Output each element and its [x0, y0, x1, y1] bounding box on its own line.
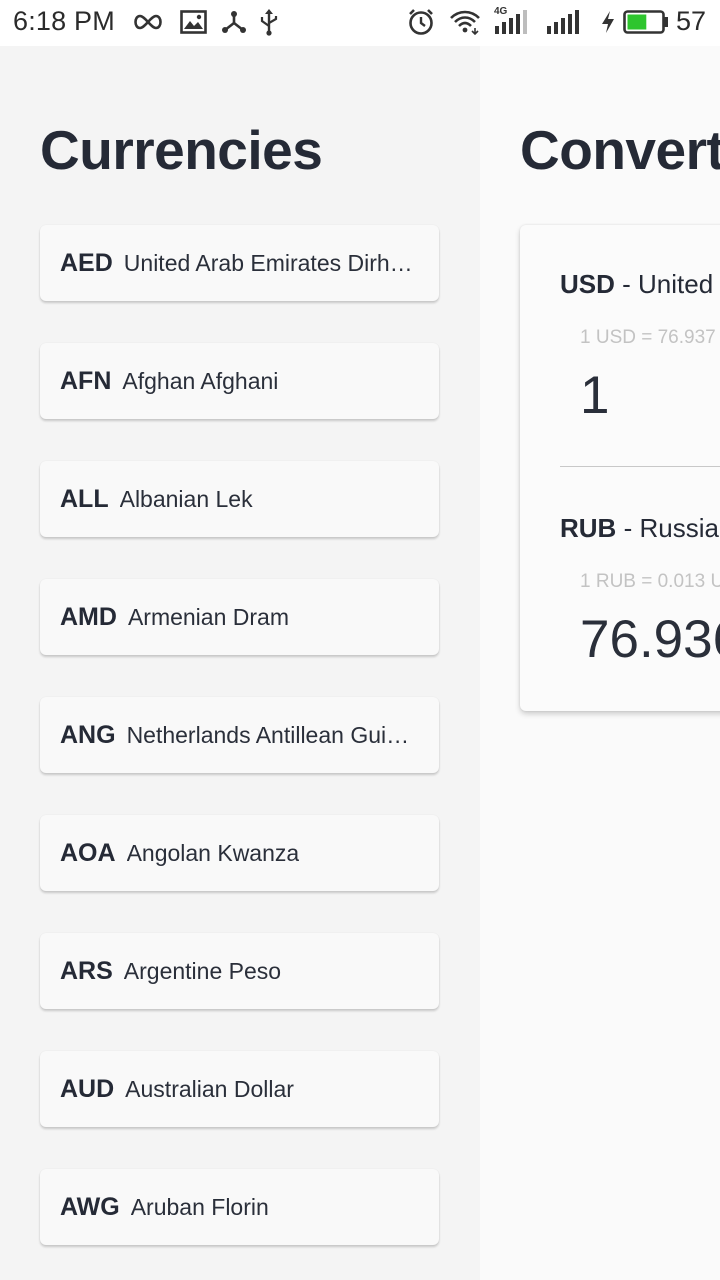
battery-icon [623, 8, 669, 36]
currency-code: AUD [60, 1074, 115, 1103]
image-icon [179, 8, 207, 36]
wifi-icon [449, 8, 481, 36]
to-currency-code: RUB [560, 513, 617, 543]
from-amount-input[interactable]: 1 [580, 365, 609, 426]
to-currency-header[interactable]: RUB - Russian [560, 513, 720, 544]
to-rate-text: 1 RUB = 0.013 U [580, 571, 720, 592]
from-currency-separator: - [614, 269, 639, 299]
currency-item-afn[interactable]: AFN Afghan Afghani [40, 343, 439, 419]
currency-name: Armenian Dram [127, 603, 289, 630]
currency-name: Netherlands Antillean Gui… [126, 721, 410, 748]
currency-code: ANG [60, 720, 116, 749]
currency-item-awg[interactable]: AWG Aruban Florin [40, 1169, 439, 1245]
currency-code: AFN [60, 366, 112, 395]
from-currency-code: USD [560, 269, 615, 299]
currency-item-all[interactable]: ALL Albanian Lek [40, 461, 439, 537]
currency-code: AOA [60, 838, 116, 867]
signal-icon [546, 8, 584, 36]
currency-name: Afghan Afghani [122, 367, 279, 394]
currency-code: AMD [60, 602, 117, 631]
battery-level-text: 57 [676, 6, 707, 36]
from-rate-text: 1 USD = 76.937 [580, 327, 716, 348]
currency-item-aud[interactable]: AUD Australian Dollar [40, 1051, 439, 1127]
currency-item-amd[interactable]: AMD Armenian Dram [40, 579, 439, 655]
currency-name: Australian Dollar [125, 1075, 294, 1102]
converter-card: USD - United 1 USD = 76.937 1 RUB - Russ… [520, 225, 720, 711]
status-bar: 6:18 PM 4G 57 [0, 0, 720, 46]
status-time: 6:18 PM [13, 6, 115, 36]
currency-name: United Arab Emirates Dirh… [123, 249, 413, 276]
converter-panel: Convert USD - United 1 USD = 76.937 1 RU… [480, 46, 720, 1280]
currency-code: AWG [60, 1192, 120, 1221]
to-currency-name: Russian [639, 513, 720, 543]
converter-divider [560, 466, 720, 467]
currencies-panel: Currencies AED United Arab Emirates Dirh… [0, 46, 480, 1280]
charging-icon [599, 8, 617, 36]
from-currency-header[interactable]: USD - United [560, 269, 713, 300]
currency-item-ars[interactable]: ARS Argentine Peso [40, 933, 439, 1009]
currency-code: ARS [60, 956, 113, 985]
currency-item-aed[interactable]: AED United Arab Emirates Dirh… [40, 225, 439, 301]
to-currency-separator: - [616, 513, 640, 543]
currency-name: Aruban Florin [130, 1193, 269, 1220]
share-node-icon [220, 8, 248, 36]
currencies-title: Currencies [40, 119, 323, 181]
usb-icon [258, 8, 280, 36]
infinity-icon [131, 8, 165, 36]
currency-code: ALL [60, 484, 109, 513]
currency-name: Albanian Lek [119, 485, 253, 512]
to-amount-input[interactable]: 76.936 [580, 609, 720, 670]
signal-4g-icon: 4G [494, 6, 532, 36]
currency-name: Angolan Kwanza [126, 839, 300, 866]
currency-item-aoa[interactable]: AOA Angolan Kwanza [40, 815, 439, 891]
network-type-label: 4G [494, 6, 508, 17]
currency-item-ang[interactable]: ANG Netherlands Antillean Gui… [40, 697, 439, 773]
converter-title: Convert [520, 119, 720, 181]
currency-name: Argentine Peso [123, 957, 282, 984]
from-currency-name: United [638, 269, 714, 299]
currency-code: AED [60, 248, 113, 277]
alarm-icon [407, 8, 435, 36]
